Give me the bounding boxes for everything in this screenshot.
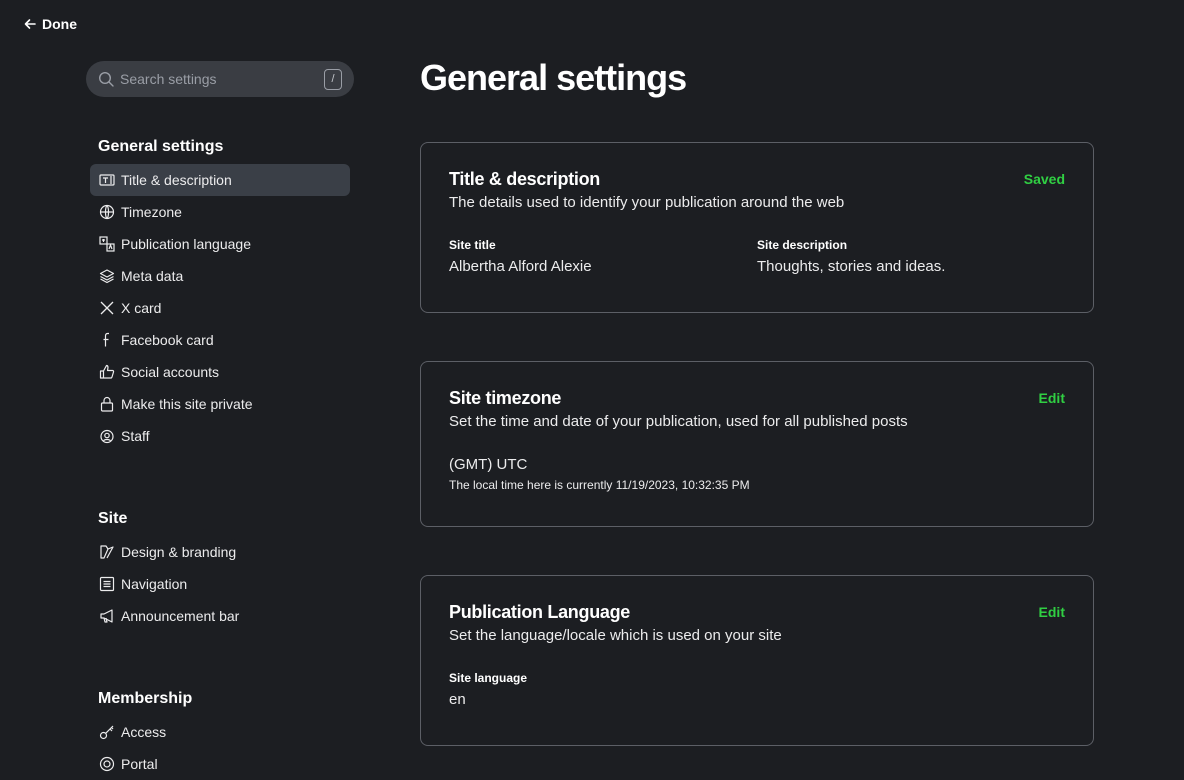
site-language-value: en [449, 691, 466, 708]
site-description-field: Site description Thoughts, stories and i… [757, 238, 1065, 275]
timezone-value: (GMT) UTC [449, 456, 528, 473]
card-description: Set the time and date of your publicatio… [449, 413, 908, 430]
card-title: Site timezone [449, 388, 562, 408]
megaphone-icon [98, 608, 115, 625]
page-title: General settings [420, 57, 687, 98]
done-button[interactable]: Done [24, 16, 77, 32]
field-label: Site language [449, 671, 528, 685]
search-shortcut-badge: / [324, 68, 342, 90]
title-icon [98, 172, 115, 189]
list-icon [98, 576, 115, 593]
layers-icon [98, 268, 115, 285]
sidebar-item-label: Facebook card [121, 332, 214, 348]
sidebar-item-timezone[interactable]: Timezone [90, 196, 350, 228]
saved-status: Saved [1023, 171, 1065, 187]
sidebar-item-label: Meta data [121, 268, 184, 284]
card-description: Set the language/locale which is used on… [449, 627, 782, 644]
field-label: Site title [449, 238, 496, 252]
sidebar-item-meta-data[interactable]: Meta data [90, 260, 350, 292]
sidebar-item-label: Title & description [121, 172, 232, 188]
card-description: The details used to identify your public… [449, 194, 845, 211]
edit-timezone-button[interactable]: Edit [1039, 390, 1065, 406]
globe-icon [98, 204, 115, 221]
paintbrush-icon [98, 544, 115, 561]
publication-language-card: Publication Language Set the language/lo… [420, 575, 1094, 746]
sidebar-item-publication-language[interactable]: Publication language [90, 228, 350, 260]
translate-icon [98, 236, 115, 253]
field-label: Site description [757, 238, 848, 252]
done-label: Done [42, 16, 77, 32]
lock-icon [98, 396, 115, 413]
sidebar-item-title-description[interactable]: Title & description [90, 164, 350, 196]
staff-icon [98, 428, 115, 445]
sidebar-item-social-accounts[interactable]: Social accounts [90, 356, 350, 388]
title-description-card: Title & description The details used to … [420, 142, 1094, 313]
card-title: Publication Language [449, 602, 631, 622]
sidebar-item-x-card[interactable]: X card [90, 292, 350, 324]
sidebar-item-staff[interactable]: Staff [90, 420, 350, 452]
sidebar-item-label: Make this site private [121, 396, 253, 412]
site-description-value: Thoughts, stories and ideas. [757, 258, 946, 275]
edit-language-button[interactable]: Edit [1039, 604, 1065, 620]
facebook-icon [98, 332, 115, 349]
portal-icon [98, 756, 115, 773]
sidebar-item-navigation[interactable]: Navigation [90, 568, 350, 600]
site-timezone-card: Site timezone Set the time and date of y… [420, 361, 1094, 527]
nav-heading-membership: Membership [98, 690, 193, 707]
nav-heading-general: General settings [98, 138, 224, 155]
local-time-note: The local time here is currently 11/19/2… [449, 478, 750, 492]
nav-heading-site: Site [98, 510, 128, 527]
card-title: Title & description [449, 169, 600, 189]
sidebar-item-label: Publication language [121, 236, 251, 252]
sidebar-item-label: Design & branding [121, 544, 237, 560]
sidebar-item-label: Timezone [121, 204, 182, 220]
search-input[interactable] [120, 71, 324, 87]
sidebar-item-portal[interactable]: Portal [90, 748, 350, 780]
key-icon [98, 724, 115, 741]
site-title-value: Albertha Alford Alexie [449, 258, 592, 275]
sidebar-item-label: Access [121, 724, 167, 740]
sidebar-item-make-site-private[interactable]: Make this site private [90, 388, 350, 420]
nav-group-general: General settings Title & description Tim… [90, 130, 350, 452]
sidebar-item-access[interactable]: Access [90, 716, 350, 748]
sidebar-item-label: X card [121, 300, 162, 316]
sidebar-item-design-branding[interactable]: Design & branding [90, 536, 350, 568]
sidebar-item-facebook-card[interactable]: Facebook card [90, 324, 350, 356]
search-bar: / [86, 61, 354, 97]
sidebar-item-label: Staff [121, 428, 150, 444]
x-icon [98, 300, 115, 317]
sidebar-item-label: Social accounts [121, 364, 220, 380]
nav-group-site: Site Design & branding Navigation Announ… [90, 502, 350, 632]
settings-sidebar: General settings Title & description Tim… [90, 130, 350, 780]
sidebar-item-announcement-bar[interactable]: Announcement bar [90, 600, 350, 632]
sidebar-item-label: Announcement bar [121, 608, 240, 624]
sidebar-item-label: Navigation [121, 576, 188, 592]
thumbs-up-icon [98, 364, 115, 381]
sidebar-item-label: Portal [121, 756, 158, 772]
search-icon [98, 71, 114, 87]
site-title-field: Site title Albertha Alford Alexie [449, 238, 757, 275]
nav-group-membership: Membership Access Portal [90, 682, 350, 780]
site-language-field: Site language en [449, 671, 773, 708]
arrow-left-icon [24, 19, 36, 29]
